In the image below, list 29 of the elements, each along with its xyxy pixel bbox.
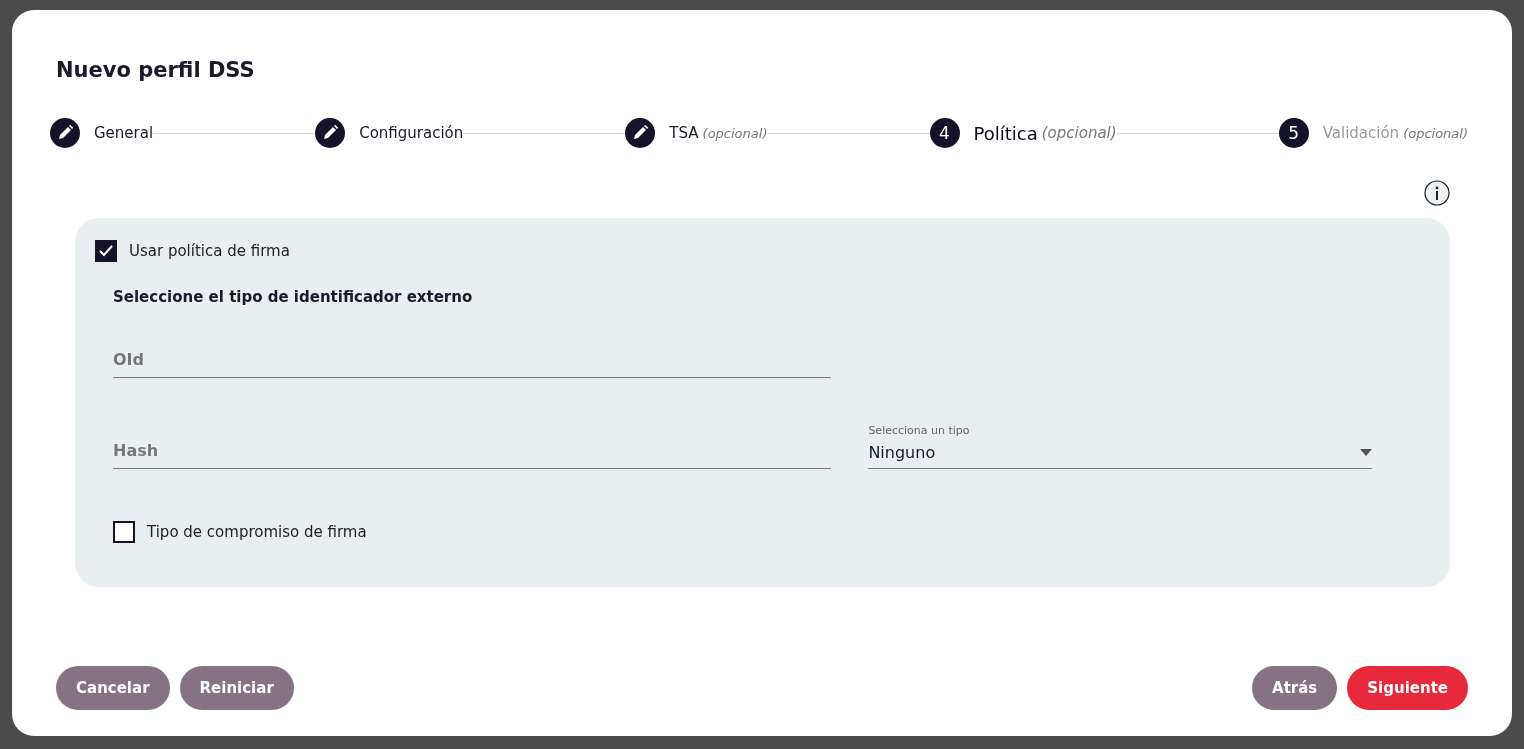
step-label: Configuración (359, 124, 464, 142)
step-label: Validación (1322, 124, 1400, 142)
wizard-step[interactable]: TSA (opcional) (625, 118, 768, 148)
checkbox[interactable] (113, 521, 135, 543)
type-select[interactable]: Selecciona un tipo Ninguno (868, 424, 1372, 469)
action-button[interactable]: Atrás (1252, 666, 1338, 710)
step-label: General (94, 124, 154, 142)
hash-field[interactable]: Hash (113, 433, 831, 469)
dropdown-caret-icon (1360, 449, 1372, 456)
step-number: 5 (1278, 118, 1309, 148)
info-icon[interactable] (1424, 180, 1450, 206)
pencil-icon (50, 118, 80, 148)
pencil-icon (625, 118, 656, 148)
dialog-title: Nuevo perfil DSS (56, 58, 256, 82)
wizard-step[interactable]: General (50, 118, 154, 148)
next-button[interactable]: Siguiente (1347, 666, 1468, 710)
action-button[interactable]: Reiniciar (179, 666, 294, 710)
section-heading: Seleccione el tipo de identificador externo (113, 288, 474, 306)
wizard-step[interactable]: 4 Política (opcional) (929, 118, 1117, 148)
wizard-step[interactable]: Configuración (315, 118, 464, 148)
checkbox[interactable] (95, 240, 117, 262)
step-label: TSA (669, 124, 699, 142)
step-number: 4 (929, 118, 960, 148)
checkbox-label: Usar política de firma (129, 242, 290, 260)
pencil-icon (315, 118, 346, 148)
action-button[interactable]: Cancelar (56, 666, 170, 710)
oid-field[interactable]: OId (113, 342, 831, 378)
checkbox-label: Tipo de compromiso de firma (147, 523, 367, 541)
step-label: Política (973, 122, 1038, 144)
